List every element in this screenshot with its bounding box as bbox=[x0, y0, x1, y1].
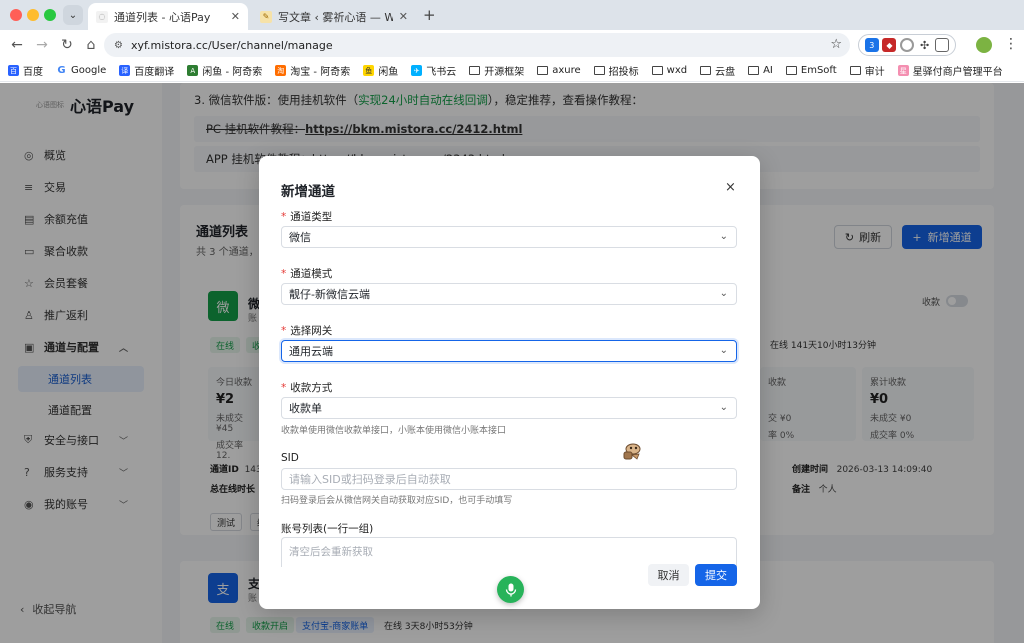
favicon-icon: ◌ bbox=[96, 10, 108, 23]
channel-mode-select[interactable]: 靓仔-新微信云端 ⌄ bbox=[281, 283, 737, 305]
microphone-icon bbox=[505, 583, 516, 596]
channel-type-select[interactable]: 微信 ⌄ bbox=[281, 226, 737, 248]
close-icon[interactable]: ✕ bbox=[231, 10, 240, 23]
home-button[interactable]: ⌂ bbox=[82, 36, 100, 54]
profile-avatar[interactable] bbox=[976, 37, 992, 53]
bookmark-folder[interactable]: 开源框架 bbox=[469, 63, 524, 78]
add-channel-dialog: 新增通道 × * 通道类型 微信 ⌄ * 通道模式 靓仔-新微信云端 ⌄ * 选择网关 通… bbox=[259, 156, 760, 609]
bookmark-folder[interactable]: 云盘 bbox=[700, 63, 735, 78]
feishu-icon: ✈ bbox=[411, 65, 423, 76]
tab-search-button[interactable]: ⌄ bbox=[63, 5, 83, 25]
extensions-puzzle-icon[interactable]: ✣ bbox=[917, 38, 932, 52]
close-icon[interactable]: × bbox=[725, 180, 736, 195]
bookmark-item[interactable]: 淘淘宝 - 阿奇索 bbox=[275, 63, 350, 78]
cancel-button[interactable]: 取消 bbox=[648, 564, 689, 586]
browser-tab-active[interactable]: ◌ 通道列表 - 心语Pay ✕ bbox=[88, 3, 248, 30]
channel-type-label: * 通道类型 bbox=[281, 211, 333, 223]
bookmark-item[interactable]: ✈ 飞书云 bbox=[411, 63, 456, 78]
channel-mode-label: * 通道模式 bbox=[281, 268, 333, 280]
forward-button[interactable]: → bbox=[33, 36, 51, 54]
close-icon[interactable]: ✕ bbox=[399, 10, 408, 23]
folder-icon bbox=[537, 66, 549, 75]
extension-shield-icon[interactable]: ◆ bbox=[882, 38, 897, 52]
window-close-button[interactable] bbox=[10, 9, 22, 21]
sid-label: SID bbox=[281, 452, 299, 464]
accounts-label: 账号列表(一行一组) bbox=[281, 523, 374, 535]
chevron-down-icon: ⌄ bbox=[68, 9, 78, 21]
bookmark-star-icon[interactable]: ☆ bbox=[830, 37, 842, 52]
xingyifu-icon: 星 bbox=[897, 65, 909, 76]
bookmark-folder[interactable]: AI bbox=[748, 65, 773, 76]
bookmark-item[interactable]: 译百度翻译 bbox=[119, 63, 174, 78]
gateway-label: * 选择网关 bbox=[281, 325, 333, 337]
bookmarks-bar: 百百度 G Google 译百度翻译 A 闲鱼 - 阿奇索 淘淘宝 - 阿奇索 鱼闲… bbox=[0, 60, 1024, 82]
tab-title: 写文章 ‹ 雾祈心语 — WordPress bbox=[278, 10, 393, 24]
pay-method-help: 收款单使用微信收款单接口，小账本使用微信小账本接口 bbox=[281, 426, 507, 436]
new-tab-button[interactable]: + bbox=[423, 6, 436, 24]
xianyu-icon: 鱼 bbox=[363, 65, 375, 76]
browser-toolbar: ← → ↻ ⌂ ⚙ xyf.mistora.cc/User/channel/ma… bbox=[0, 30, 1024, 60]
bookmark-item[interactable]: 星星驿付商户管理平台 bbox=[897, 63, 1003, 78]
folder-icon bbox=[748, 66, 760, 75]
bookmark-folder[interactable]: 招投标 bbox=[593, 63, 639, 78]
folder-icon bbox=[849, 66, 861, 75]
sid-help: 扫码登录后会从微信网关自动获取对应SID，也可手动填写 bbox=[281, 496, 513, 506]
aqisuo-icon: A bbox=[187, 65, 199, 76]
extensions-group: 3 ◆ ✣ bbox=[858, 34, 956, 56]
url-text: xyf.mistora.cc/User/channel/manage bbox=[130, 38, 333, 52]
folder-icon bbox=[593, 66, 605, 75]
bookmark-folder[interactable]: 审计 bbox=[849, 63, 885, 78]
window-zoom-button[interactable] bbox=[44, 9, 56, 21]
gateway-select[interactable]: 通用云端 ⌄ bbox=[281, 340, 737, 362]
chevron-down-icon: ⌄ bbox=[719, 288, 728, 299]
folder-icon bbox=[785, 66, 797, 75]
pay-method-label: * 收款方式 bbox=[281, 382, 333, 394]
submit-button[interactable]: 提交 bbox=[695, 564, 737, 586]
bookmark-item[interactable]: A 闲鱼 - 阿奇索 bbox=[187, 63, 262, 78]
site-info-icon[interactable]: ⚙ bbox=[114, 40, 123, 51]
bookmark-item[interactable]: 鱼闲鱼 bbox=[363, 63, 398, 78]
back-button[interactable]: ← bbox=[8, 36, 26, 54]
dialog-title: 新增通道 bbox=[281, 184, 335, 200]
side-panel-icon[interactable] bbox=[935, 38, 950, 52]
wordpress-favicon-icon: ✎ bbox=[260, 10, 272, 23]
google-icon: G bbox=[56, 65, 67, 76]
window-minimize-button[interactable] bbox=[27, 9, 39, 21]
browser-tab[interactable]: ✎ 写文章 ‹ 雾祈心语 — WordPress ✕ bbox=[252, 3, 416, 30]
bookmark-item[interactable]: G Google bbox=[56, 65, 106, 76]
chevron-down-icon: ⌄ bbox=[719, 345, 728, 356]
baidu-icon: 百 bbox=[8, 65, 19, 76]
browser-tabstrip: ⌄ ◌ 通道列表 - 心语Pay ✕ ✎ 写文章 ‹ 雾祈心语 — WordPr… bbox=[0, 0, 1024, 30]
voice-input-button[interactable] bbox=[497, 576, 524, 603]
folder-icon bbox=[469, 66, 481, 75]
bookmark-folder[interactable]: wxd bbox=[651, 65, 687, 76]
sid-input[interactable]: 请输入SID或扫码登录后自动获取 bbox=[281, 468, 737, 490]
folder-icon bbox=[700, 66, 712, 75]
chevron-down-icon: ⌄ bbox=[719, 231, 728, 242]
accounts-textarea[interactable]: 清空后会重新获取 bbox=[281, 537, 737, 567]
pay-method-select[interactable]: 收款单 ⌄ bbox=[281, 397, 737, 419]
bookmark-folder[interactable]: EmSoft bbox=[785, 65, 837, 76]
address-bar[interactable]: ⚙ xyf.mistora.cc/User/channel/manage ☆ bbox=[104, 33, 850, 57]
baidu-translate-icon: 译 bbox=[119, 65, 131, 76]
chevron-down-icon: ⌄ bbox=[719, 402, 728, 413]
bookmark-folder[interactable]: axure bbox=[537, 65, 581, 76]
tab-title: 通道列表 - 心语Pay bbox=[114, 10, 211, 24]
extension-badge-icon[interactable]: 3 bbox=[864, 38, 879, 52]
browser-menu-icon[interactable]: ⋮ bbox=[1004, 36, 1018, 52]
extension-circle-icon[interactable] bbox=[899, 38, 914, 52]
bookmark-item[interactable]: 百百度 bbox=[8, 63, 43, 78]
reload-button[interactable]: ↻ bbox=[58, 36, 76, 54]
taobao-icon: 淘 bbox=[275, 65, 287, 76]
folder-icon bbox=[651, 66, 663, 75]
mascot-icon bbox=[623, 443, 641, 460]
